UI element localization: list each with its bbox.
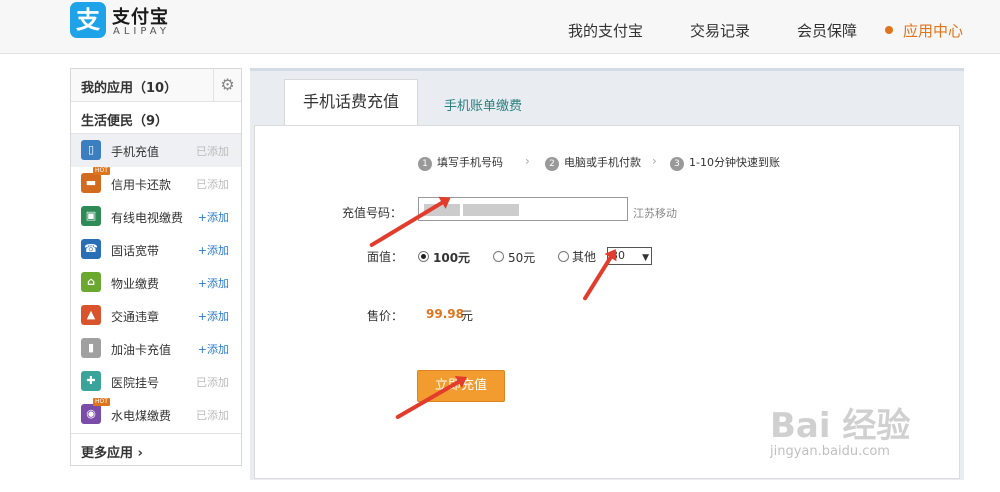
price-value: 99.98 (426, 307, 464, 321)
step-number-icon: 2 (545, 157, 559, 171)
my-apps-header: 我的应用（10） ⚙ (71, 69, 241, 102)
step-1: 1 填写手机号码 (418, 154, 503, 171)
sidebar-item-label: 有线电视缴费 (111, 211, 184, 225)
step-number-icon: 1 (418, 157, 432, 171)
sidebar-item-label: 水电煤缴费 (111, 409, 172, 423)
nav-app-center[interactable]: 应用中心 (903, 20, 963, 41)
sidebar-item-traffic-violation[interactable]: ▲ 交通违章 +添加 (71, 299, 241, 332)
step-3: 3 1-10分钟快速到账 (670, 154, 780, 171)
nav-my-alipay[interactable]: 我的支付宝 (568, 20, 643, 41)
hot-badge: HOT (93, 398, 110, 406)
sidebar-item-label: 固话宽带 (111, 244, 160, 258)
added-label: 已添加 (196, 145, 229, 158)
alipay-logo-icon[interactable]: 支 (70, 2, 106, 38)
utility-icon: ◉ (81, 404, 101, 424)
price-label: 售价： (367, 309, 404, 323)
category-life-services[interactable]: 生活便民（9） (71, 102, 241, 134)
add-button[interactable]: +添加 (198, 275, 229, 291)
sidebar-item-label: 物业缴费 (111, 277, 160, 291)
add-button[interactable]: +添加 (198, 209, 229, 225)
sidebar-item-utilities[interactable]: ◉ HOT 水电煤缴费 已添加 (71, 398, 241, 431)
radio-other[interactable] (558, 251, 569, 262)
sidebar-item-label: 医院挂号 (111, 376, 160, 390)
step-label: 1-10分钟快速到账 (689, 156, 780, 169)
step-2: 2 电脑或手机付款 (545, 154, 641, 171)
option-100-label[interactable]: 100元 (433, 249, 470, 266)
option-50-label[interactable]: 50元 (508, 249, 535, 266)
more-apps-label: 更多应用 (81, 446, 134, 461)
tab-mobile-bill[interactable]: 手机账单缴费 (444, 95, 522, 114)
step-separator-icon: › (652, 154, 657, 168)
gear-icon[interactable]: ⚙ (213, 69, 241, 101)
tv-icon: ▣ (81, 206, 101, 226)
sidebar-item-label: 手机充值 (111, 145, 160, 159)
tab-mobile-topup[interactable]: 手机话费充值 (284, 79, 418, 126)
alipay-page: 支 支付宝 ALIPAY 我的支付宝 交易记录 会员保障 应用中心 我的应用（1… (0, 0, 1000, 492)
phone-number-label: 充值号码： (342, 206, 403, 220)
price-unit: 元 (461, 309, 474, 323)
sidebar-item-label: 加油卡充值 (111, 343, 172, 357)
masked-digits (463, 204, 519, 216)
added-label: 已添加 (196, 178, 229, 191)
landline-icon: ☎ (81, 239, 101, 259)
added-label: 已添加 (196, 409, 229, 422)
chevron-down-icon: ▼ (642, 253, 649, 263)
fuel-icon: ▮ (81, 338, 101, 358)
credit-card-icon: ▬ (81, 173, 101, 193)
sidebar-item-landline[interactable]: ☎ 固话宽带 +添加 (71, 233, 241, 266)
sidebar-item-credit-card[interactable]: ▬ HOT 信用卡还款 已添加 (71, 167, 241, 200)
add-button[interactable]: +添加 (198, 308, 229, 324)
phone-icon: ▯ (81, 140, 101, 160)
sidebar-item-property-fee[interactable]: ⌂ 物业缴费 +添加 (71, 266, 241, 299)
add-button[interactable]: +添加 (198, 341, 229, 357)
nav-transactions[interactable]: 交易记录 (690, 20, 750, 41)
sidebar-item-label: 交通违章 (111, 310, 160, 324)
active-nav-dot-icon (885, 26, 893, 34)
car-icon: ▲ (81, 305, 101, 325)
top-header: 支 支付宝 ALIPAY 我的支付宝 交易记录 会员保障 应用中心 (0, 0, 1000, 54)
step-label: 填写手机号码 (437, 156, 503, 169)
sidebar-item-mobile-topup[interactable]: ▯ 手机充值 已添加 (71, 134, 241, 167)
more-apps-link[interactable]: 更多应用 › (71, 433, 241, 465)
logo-subtext: ALIPAY (113, 26, 170, 37)
sidebar: 我的应用（10） ⚙ 生活便民（9） ▯ 手机充值 已添加 ▬ HOT 信用卡还… (70, 68, 242, 466)
radio-100[interactable] (418, 251, 429, 262)
hospital-icon: ✚ (81, 371, 101, 391)
carrier-label: 江苏移动 (633, 207, 677, 220)
baidu-watermark-url: jingyan.baidu.com (770, 444, 890, 459)
sidebar-item-cable-tv[interactable]: ▣ 有线电视缴费 +添加 (71, 200, 241, 233)
sidebar-item-hospital[interactable]: ✚ 医院挂号 已添加 (71, 365, 241, 398)
option-other-label[interactable]: 其他 (572, 248, 596, 265)
step-label: 电脑或手机付款 (564, 156, 641, 169)
my-apps-label[interactable]: 我的应用（10） (81, 77, 177, 96)
house-icon: ⌂ (81, 272, 101, 292)
step-number-icon: 3 (670, 157, 684, 171)
face-value-label: 面值： (367, 250, 404, 264)
hot-badge: HOT (93, 167, 110, 175)
add-button[interactable]: +添加 (198, 242, 229, 258)
sidebar-item-fuel-card[interactable]: ▮ 加油卡充值 +添加 (71, 332, 241, 365)
baidu-watermark: Bai 经验 (770, 406, 911, 446)
nav-member-protection[interactable]: 会员保障 (797, 20, 857, 41)
chevron-right-icon: › (137, 446, 143, 461)
radio-50[interactable] (493, 251, 504, 262)
step-separator-icon: › (525, 154, 530, 168)
added-label: 已添加 (196, 376, 229, 389)
sidebar-item-label: 信用卡还款 (111, 178, 172, 192)
